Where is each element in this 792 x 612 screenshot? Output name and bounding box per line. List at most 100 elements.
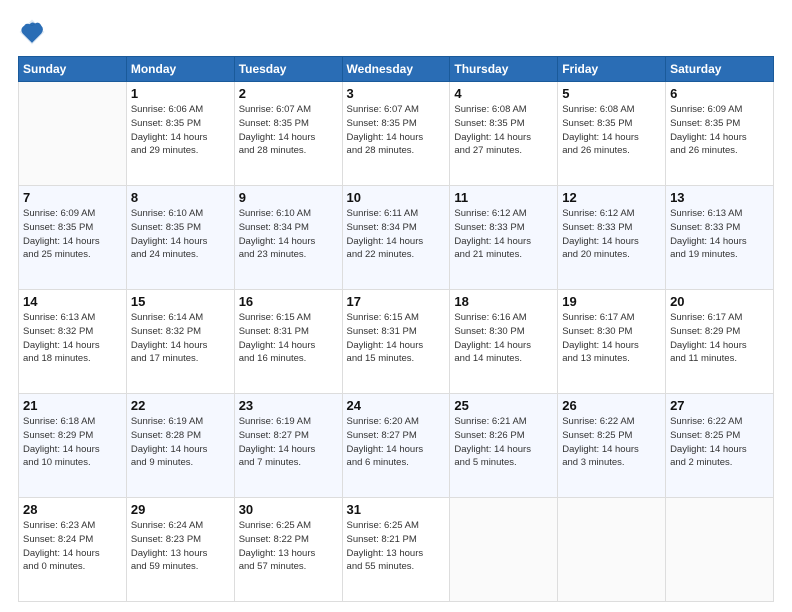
day-number: 20 bbox=[670, 294, 769, 309]
calendar-cell: 16Sunrise: 6:15 AMSunset: 8:31 PMDayligh… bbox=[234, 290, 342, 394]
calendar-cell bbox=[666, 498, 774, 602]
day-info: Sunrise: 6:16 AMSunset: 8:30 PMDaylight:… bbox=[454, 311, 553, 366]
day-info: Sunrise: 6:23 AMSunset: 8:24 PMDaylight:… bbox=[23, 519, 122, 574]
calendar-week-row: 7Sunrise: 6:09 AMSunset: 8:35 PMDaylight… bbox=[19, 186, 774, 290]
day-info: Sunrise: 6:22 AMSunset: 8:25 PMDaylight:… bbox=[670, 415, 769, 470]
weekday-header: Wednesday bbox=[342, 57, 450, 82]
day-number: 23 bbox=[239, 398, 338, 413]
calendar-cell: 18 Sunrise: 6:16 AMSunset: 8:30 PMDayligh… bbox=[450, 290, 558, 394]
calendar-cell bbox=[558, 498, 666, 602]
day-info: Sunrise: 6:15 AMSunset: 8:31 PMDaylight:… bbox=[239, 311, 338, 366]
calendar-cell: 31 Sunrise: 6:25 AMSunset: 8:21 PMDayligh… bbox=[342, 498, 450, 602]
day-number: 27 bbox=[670, 398, 769, 413]
day-info: Sunrise: 6:17 AMSunset: 8:30 PMDaylight:… bbox=[562, 311, 661, 366]
day-info: Sunrise: 6:20 AMSunset: 8:27 PMDaylight:… bbox=[347, 415, 446, 470]
day-number: 17 bbox=[347, 294, 446, 309]
calendar-cell: 21Sunrise: 6:18 AMSunset: 8:29 PMDayligh… bbox=[19, 394, 127, 498]
day-info: Sunrise: 6:14 AMSunset: 8:32 PMDaylight:… bbox=[131, 311, 230, 366]
calendar-cell: 10Sunrise: 6:11 AMSunset: 8:34 PMDayligh… bbox=[342, 186, 450, 290]
day-number: 30 bbox=[239, 502, 338, 517]
calendar-header-row: SundayMondayTuesdayWednesdayThursdayFrid… bbox=[19, 57, 774, 82]
weekday-header: Sunday bbox=[19, 57, 127, 82]
day-info: Sunrise: 6:13 AMSunset: 8:32 PMDaylight:… bbox=[23, 311, 122, 366]
day-info: Sunrise: 6:09 AMSunset: 8:35 PMDaylight:… bbox=[670, 103, 769, 158]
day-number: 3 bbox=[347, 86, 446, 101]
calendar-cell: 11 Sunrise: 6:12 AMSunset: 8:33 PMDayligh… bbox=[450, 186, 558, 290]
calendar-cell: 25 Sunrise: 6:21 AMSunset: 8:26 PMDayligh… bbox=[450, 394, 558, 498]
calendar-cell: 19 Sunrise: 6:17 AMSunset: 8:30 PMDayligh… bbox=[558, 290, 666, 394]
calendar-cell: 28 Sunrise: 6:23 AMSunset: 8:24 PMDayligh… bbox=[19, 498, 127, 602]
day-number: 29 bbox=[131, 502, 230, 517]
day-number: 24 bbox=[347, 398, 446, 413]
day-number: 8 bbox=[131, 190, 230, 205]
day-info: Sunrise: 6:19 AMSunset: 8:27 PMDaylight:… bbox=[239, 415, 338, 470]
day-info: Sunrise: 6:21 AMSunset: 8:26 PMDaylight:… bbox=[454, 415, 553, 470]
calendar-cell: 26 Sunrise: 6:22 AMSunset: 8:25 PMDayligh… bbox=[558, 394, 666, 498]
calendar-cell: 14 Sunrise: 6:13 AMSunset: 8:32 PMDayligh… bbox=[19, 290, 127, 394]
day-number: 7 bbox=[23, 190, 122, 205]
calendar-week-row: 28 Sunrise: 6:23 AMSunset: 8:24 PMDayligh… bbox=[19, 498, 774, 602]
day-info: Sunrise: 6:13 AMSunset: 8:33 PMDaylight:… bbox=[670, 207, 769, 262]
day-number: 9 bbox=[239, 190, 338, 205]
day-number: 18 bbox=[454, 294, 553, 309]
calendar-cell bbox=[19, 82, 127, 186]
calendar-cell: 7Sunrise: 6:09 AMSunset: 8:35 PMDaylight… bbox=[19, 186, 127, 290]
calendar-cell: 3Sunrise: 6:07 AMSunset: 8:35 PMDaylight… bbox=[342, 82, 450, 186]
day-info: Sunrise: 6:08 AMSunset: 8:35 PMDaylight:… bbox=[562, 103, 661, 158]
day-number: 6 bbox=[670, 86, 769, 101]
calendar-week-row: 21Sunrise: 6:18 AMSunset: 8:29 PMDayligh… bbox=[19, 394, 774, 498]
calendar-cell: 20 Sunrise: 6:17 AMSunset: 8:29 PMDayligh… bbox=[666, 290, 774, 394]
day-number: 10 bbox=[347, 190, 446, 205]
calendar-cell: 13 Sunrise: 6:13 AMSunset: 8:33 PMDayligh… bbox=[666, 186, 774, 290]
day-number: 15 bbox=[131, 294, 230, 309]
header bbox=[18, 18, 774, 46]
day-info: Sunrise: 6:12 AMSunset: 8:33 PMDaylight:… bbox=[562, 207, 661, 262]
weekday-header: Thursday bbox=[450, 57, 558, 82]
calendar-cell: 2 Sunrise: 6:07 AMSunset: 8:35 PMDaylight… bbox=[234, 82, 342, 186]
calendar-cell: 1Sunrise: 6:06 AMSunset: 8:35 PMDaylight… bbox=[126, 82, 234, 186]
weekday-header: Monday bbox=[126, 57, 234, 82]
day-info: Sunrise: 6:25 AMSunset: 8:21 PMDaylight:… bbox=[347, 519, 446, 574]
day-info: Sunrise: 6:10 AMSunset: 8:35 PMDaylight:… bbox=[131, 207, 230, 262]
calendar-cell: 27 Sunrise: 6:22 AMSunset: 8:25 PMDayligh… bbox=[666, 394, 774, 498]
logo bbox=[18, 18, 50, 46]
calendar-week-row: 1Sunrise: 6:06 AMSunset: 8:35 PMDaylight… bbox=[19, 82, 774, 186]
day-info: Sunrise: 6:07 AMSunset: 8:35 PMDaylight:… bbox=[239, 103, 338, 158]
day-number: 31 bbox=[347, 502, 446, 517]
weekday-header: Tuesday bbox=[234, 57, 342, 82]
calendar-cell: 5 Sunrise: 6:08 AMSunset: 8:35 PMDaylight… bbox=[558, 82, 666, 186]
day-number: 19 bbox=[562, 294, 661, 309]
calendar-cell: 22 Sunrise: 6:19 AMSunset: 8:28 PMDayligh… bbox=[126, 394, 234, 498]
day-info: Sunrise: 6:17 AMSunset: 8:29 PMDaylight:… bbox=[670, 311, 769, 366]
day-number: 13 bbox=[670, 190, 769, 205]
day-number: 12 bbox=[562, 190, 661, 205]
day-info: Sunrise: 6:22 AMSunset: 8:25 PMDaylight:… bbox=[562, 415, 661, 470]
day-info: Sunrise: 6:18 AMSunset: 8:29 PMDaylight:… bbox=[23, 415, 122, 470]
calendar-cell: 9 Sunrise: 6:10 AMSunset: 8:34 PMDaylight… bbox=[234, 186, 342, 290]
day-number: 25 bbox=[454, 398, 553, 413]
calendar-cell: 17 Sunrise: 6:15 AMSunset: 8:31 PMDayligh… bbox=[342, 290, 450, 394]
calendar-cell: 6 Sunrise: 6:09 AMSunset: 8:35 PMDaylight… bbox=[666, 82, 774, 186]
calendar-cell: 23 Sunrise: 6:19 AMSunset: 8:27 PMDayligh… bbox=[234, 394, 342, 498]
day-number: 14 bbox=[23, 294, 122, 309]
day-number: 5 bbox=[562, 86, 661, 101]
calendar-cell: 8 Sunrise: 6:10 AMSunset: 8:35 PMDaylight… bbox=[126, 186, 234, 290]
day-info: Sunrise: 6:15 AMSunset: 8:31 PMDaylight:… bbox=[347, 311, 446, 366]
calendar-cell: 24 Sunrise: 6:20 AMSunset: 8:27 PMDayligh… bbox=[342, 394, 450, 498]
day-number: 11 bbox=[454, 190, 553, 205]
day-number: 22 bbox=[131, 398, 230, 413]
day-number: 4 bbox=[454, 86, 553, 101]
calendar-cell: 12 Sunrise: 6:12 AMSunset: 8:33 PMDayligh… bbox=[558, 186, 666, 290]
calendar-cell bbox=[450, 498, 558, 602]
day-info: Sunrise: 6:12 AMSunset: 8:33 PMDaylight:… bbox=[454, 207, 553, 262]
day-info: Sunrise: 6:10 AMSunset: 8:34 PMDaylight:… bbox=[239, 207, 338, 262]
calendar-week-row: 14 Sunrise: 6:13 AMSunset: 8:32 PMDayligh… bbox=[19, 290, 774, 394]
day-number: 2 bbox=[239, 86, 338, 101]
day-number: 28 bbox=[23, 502, 122, 517]
day-info: Sunrise: 6:19 AMSunset: 8:28 PMDaylight:… bbox=[131, 415, 230, 470]
logo-icon bbox=[18, 18, 46, 46]
day-number: 26 bbox=[562, 398, 661, 413]
weekday-header: Saturday bbox=[666, 57, 774, 82]
day-info: Sunrise: 6:25 AMSunset: 8:22 PMDaylight:… bbox=[239, 519, 338, 574]
calendar-cell: 15 Sunrise: 6:14 AMSunset: 8:32 PMDayligh… bbox=[126, 290, 234, 394]
